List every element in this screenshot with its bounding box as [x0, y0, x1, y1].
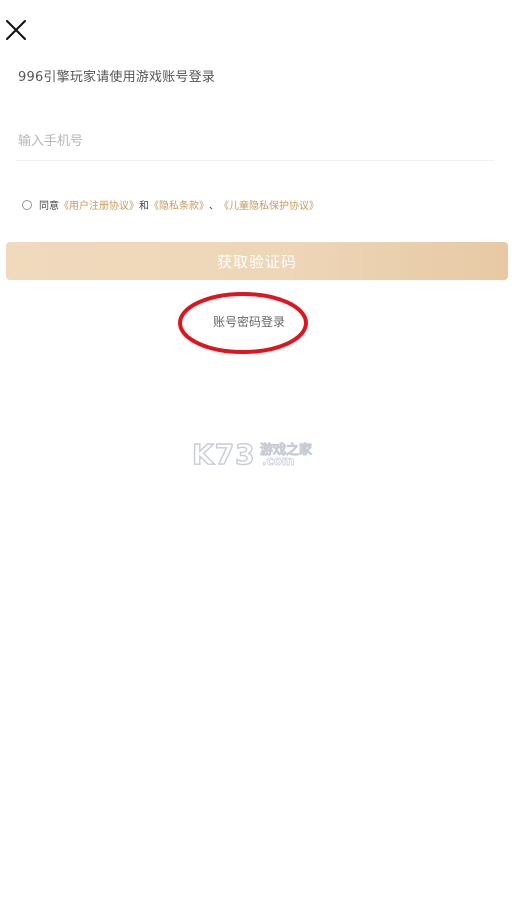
- agreement-and-text: 和: [139, 201, 149, 212]
- get-code-label: 获取验证码: [216, 252, 297, 271]
- login-page: 996引擎玩家请使用游戏账号登录 同意 《用户注册协议》 和 《隐私条款》 、 …: [0, 0, 512, 909]
- agreement-row: 同意 《用户注册协议》 和 《隐私条款》 、 《儿童隐私保护协议》: [22, 197, 319, 212]
- watermark-domain: .com: [262, 454, 295, 469]
- agree-label: 同意: [39, 201, 59, 212]
- privacy-terms-link[interactable]: 《隐私条款》: [149, 197, 209, 212]
- k73-watermark-logo: K73 游戏之家 .com: [191, 437, 322, 472]
- close-button[interactable]: [4, 18, 28, 42]
- child-privacy-link[interactable]: 《儿童隐私保护协议》: [219, 197, 319, 212]
- agree-radio[interactable]: [22, 199, 32, 210]
- account-password-login-link[interactable]: 账号密码登录: [0, 313, 498, 330]
- user-agreement-link[interactable]: 《用户注册协议》: [59, 197, 139, 212]
- close-icon: [6, 20, 26, 40]
- login-subtitle: 996引擎玩家请使用游戏账号登录: [18, 70, 216, 85]
- get-code-button[interactable]: 获取验证码: [6, 242, 508, 280]
- watermark-brand: K73: [191, 437, 256, 471]
- agreement-separator: 、: [209, 201, 219, 212]
- phone-field-wrapper: [16, 126, 496, 161]
- phone-input[interactable]: [16, 126, 496, 156]
